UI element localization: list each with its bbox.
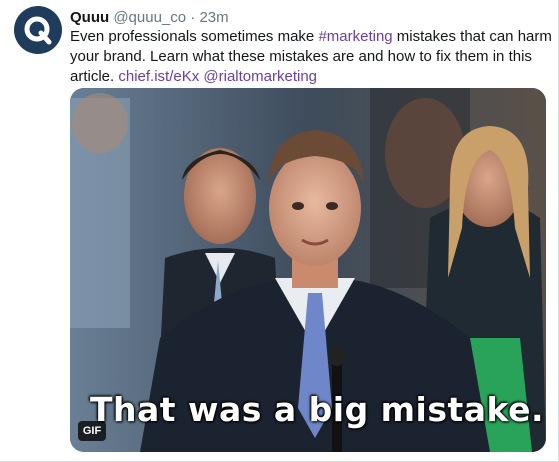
tweet-header: Quuu @quuu_co · 23m [70,8,229,28]
article-link[interactable]: chief.ist/eKx [118,68,199,85]
text-segment: Even professionals sometimes make [70,28,319,45]
separator-dot: · [190,9,196,26]
tweet-text-line-2: your brand. Learn what these mistakes ar… [70,48,532,65]
user-handle[interactable]: @quuu_co [113,9,186,26]
tweet-card[interactable]: Quuu @quuu_co · 23m Even professionals s… [0,0,559,462]
tweet-text: Even professionals sometimes make #marke… [70,27,552,87]
gif-caption: That was a big mistake. [89,390,545,429]
hashtag-link[interactable]: #marketing [318,28,392,45]
quuu-logo-icon [24,16,52,45]
gif-media[interactable]: That was a big mistake. GIF [70,88,546,452]
tweet-text-line-3: article. chief.ist/eKx @rialtomarketing [70,67,540,87]
display-name[interactable]: Quuu [70,9,109,26]
gif-badge: GIF [78,421,106,441]
timestamp[interactable]: 23m [199,9,228,26]
avatar[interactable] [14,6,62,54]
text-segment: mistakes that can harm [392,28,552,45]
mention-link[interactable]: @rialtomarketing [203,68,317,85]
text-segment: article. [70,68,119,85]
tweet-text-line-1: Even professionals sometimes make #marke… [70,27,552,47]
